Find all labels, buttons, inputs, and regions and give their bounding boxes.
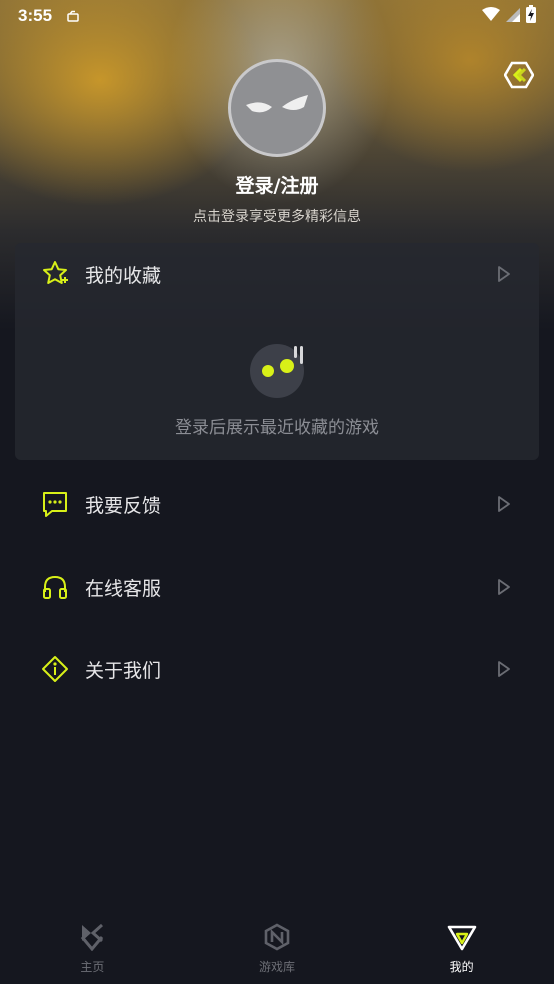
favorites-row[interactable]: 我的收藏 [0, 244, 554, 304]
tab-mine-label: 我的 [449, 960, 474, 974]
avatar-face-icon [246, 95, 308, 113]
home-x-icon [77, 922, 107, 952]
about-us-label: 关于我们 [85, 659, 162, 682]
bottom-tab-bar: 主页 游戏库 我的 [0, 912, 554, 984]
wifi-icon [482, 6, 500, 26]
favorites-label: 我的收藏 [85, 264, 162, 287]
tab-library[interactable]: 游戏库 [185, 912, 370, 984]
library-hexagon-icon [262, 922, 292, 952]
favorites-empty-text: 登录后展示最近收藏的游戏 [175, 418, 379, 438]
chevron-right-icon [495, 495, 513, 513]
mine-triangle-icon [447, 922, 477, 952]
battery-charging-icon [526, 5, 536, 27]
chat-bubble-icon [40, 489, 70, 519]
empty-state-mascot-icon [248, 342, 308, 398]
notification-icon [66, 9, 80, 23]
chevron-right-icon [495, 660, 513, 678]
tab-home-label: 主页 [80, 960, 105, 974]
info-diamond-icon [40, 654, 70, 684]
customer-service-label: 在线客服 [85, 577, 162, 600]
status-icons [482, 5, 536, 27]
feedback-label: 我要反馈 [85, 494, 162, 517]
status-bar: 3:55 [0, 0, 554, 32]
hexagon-settings-icon[interactable] [503, 59, 535, 91]
customer-service-row[interactable]: 在线客服 [0, 557, 554, 617]
status-time: 3:55 [18, 6, 53, 25]
tab-mine[interactable]: 我的 [369, 912, 554, 984]
login-title[interactable]: 登录/注册 [0, 171, 554, 198]
headphones-icon [40, 572, 70, 602]
signal-icon [506, 7, 520, 26]
feedback-row[interactable]: 我要反馈 [0, 474, 554, 534]
star-plus-icon [40, 259, 70, 289]
tab-home[interactable]: 主页 [0, 912, 185, 984]
chevron-right-icon [495, 265, 513, 283]
tab-library-label: 游戏库 [259, 960, 296, 974]
login-subtitle: 点击登录享受更多精彩信息 [193, 209, 361, 225]
avatar[interactable] [228, 59, 326, 157]
chevron-right-icon [495, 578, 513, 596]
about-us-row[interactable]: 关于我们 [0, 639, 554, 699]
